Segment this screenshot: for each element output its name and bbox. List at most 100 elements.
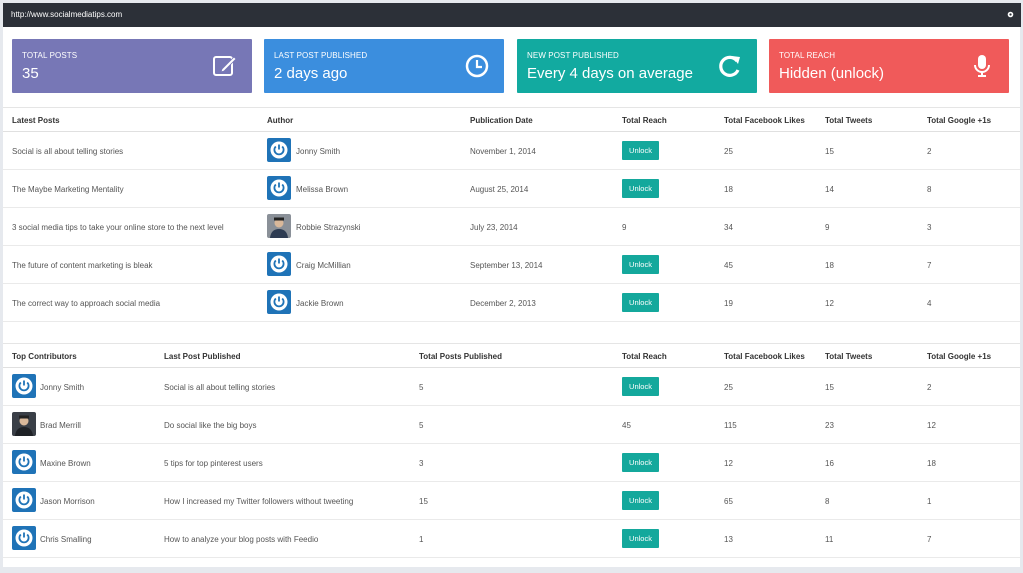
card-label: TOTAL REACH bbox=[779, 51, 836, 60]
card-total-reach: TOTAL REACH Hidden (unlock) bbox=[769, 39, 1009, 93]
profile-photo bbox=[267, 214, 291, 238]
power-icon bbox=[12, 374, 36, 398]
unlock-button[interactable]: Unlock bbox=[622, 377, 659, 396]
col-header: Total Reach bbox=[622, 352, 667, 361]
unlock-button[interactable]: Unlock bbox=[622, 255, 659, 274]
publication-date: December 2, 2013 bbox=[470, 299, 536, 308]
posts-count: 15 bbox=[419, 497, 428, 506]
facebook-likes: 25 bbox=[724, 147, 733, 156]
table-row: Maxine Brown 5 tips for top pinterest use… bbox=[3, 444, 1020, 482]
avatar bbox=[12, 450, 36, 474]
publication-date: August 25, 2014 bbox=[470, 185, 529, 194]
card-value: Every 4 days on average bbox=[527, 65, 693, 82]
col-header: Total Posts Published bbox=[419, 352, 502, 361]
post-title[interactable]: Social is all about telling stories bbox=[12, 147, 123, 156]
gear-icon[interactable] bbox=[1007, 11, 1014, 18]
table-row: Brad Merrill Do social like the big boys 5… bbox=[3, 406, 1020, 444]
google-plus-count: 2 bbox=[927, 147, 932, 156]
facebook-likes: 25 bbox=[724, 383, 733, 392]
facebook-likes: 12 bbox=[724, 459, 733, 468]
posts-count: 5 bbox=[419, 383, 424, 392]
publication-date: July 23, 2014 bbox=[470, 223, 518, 232]
power-icon bbox=[12, 450, 36, 474]
google-plus-count: 7 bbox=[927, 535, 932, 544]
card-value: 35 bbox=[22, 65, 39, 82]
contributor-name: Brad Merrill bbox=[40, 421, 81, 430]
post-title[interactable]: The future of content marketing is bleak bbox=[12, 261, 153, 270]
col-header: Total Google +1s bbox=[927, 352, 992, 361]
google-plus-count: 18 bbox=[927, 459, 936, 468]
title-bar: http://www.socialmediatips.com bbox=[3, 3, 1021, 27]
facebook-likes: 34 bbox=[724, 223, 733, 232]
col-header: Total Tweets bbox=[825, 352, 873, 361]
avatar bbox=[12, 412, 36, 436]
google-plus-count: 1 bbox=[927, 497, 932, 506]
author-name: Jackie Brown bbox=[296, 299, 344, 308]
col-header: Latest Posts bbox=[12, 116, 60, 125]
col-header: Total Facebook Likes bbox=[724, 116, 805, 125]
col-header: Top Contributors bbox=[12, 352, 77, 361]
facebook-likes: 115 bbox=[724, 421, 737, 430]
contributor-name: Jonny Smith bbox=[40, 383, 85, 392]
dashboard: TOTAL POSTS 35 LAST POST PUBLISHED 2 day… bbox=[3, 27, 1020, 567]
unlock-button[interactable]: Unlock bbox=[622, 491, 659, 510]
unlock-button[interactable]: Unlock bbox=[622, 179, 659, 198]
col-header: Total Reach bbox=[622, 116, 667, 125]
table-row: The Maybe Marketing Mentality Melissa Bro… bbox=[3, 170, 1020, 208]
facebook-likes: 13 bbox=[724, 535, 733, 544]
avatar bbox=[267, 138, 291, 162]
tweets-count: 15 bbox=[825, 147, 834, 156]
post-title[interactable]: The Maybe Marketing Mentality bbox=[12, 185, 124, 194]
author-name: Melissa Brown bbox=[296, 185, 349, 194]
publication-date: November 1, 2014 bbox=[470, 147, 536, 156]
tweets-count: 23 bbox=[825, 421, 834, 430]
unlock-button[interactable]: Unlock bbox=[622, 453, 659, 472]
table-row: Jonny Smith Social is all about telling s… bbox=[3, 368, 1020, 406]
card-label: LAST POST PUBLISHED bbox=[274, 51, 368, 60]
avatar bbox=[267, 214, 291, 238]
tweets-count: 12 bbox=[825, 299, 834, 308]
table-row: 3 social media tips to take your online … bbox=[3, 208, 1020, 246]
stat-cards: TOTAL POSTS 35 LAST POST PUBLISHED 2 day… bbox=[12, 39, 1012, 93]
table-row: The correct way to approach social media… bbox=[3, 284, 1020, 322]
avatar bbox=[12, 488, 36, 512]
avatar bbox=[267, 252, 291, 276]
contributor-name: Maxine Brown bbox=[40, 459, 91, 468]
tweets-count: 11 bbox=[825, 535, 834, 544]
unlock-button[interactable]: Unlock bbox=[622, 293, 659, 312]
contributor-name: Chris Smalling bbox=[40, 535, 92, 544]
last-post-title[interactable]: How I increased my Twitter followers wit… bbox=[164, 497, 353, 506]
table-row: The future of content marketing is bleak… bbox=[3, 246, 1020, 284]
last-post-title[interactable]: 5 tips for top pinterest users bbox=[164, 459, 263, 468]
tweets-count: 8 bbox=[825, 497, 830, 506]
post-title[interactable]: 3 social media tips to take your online … bbox=[12, 223, 224, 232]
last-post-title[interactable]: Do social like the big boys bbox=[164, 421, 257, 430]
power-icon bbox=[267, 176, 291, 200]
tweets-count: 9 bbox=[825, 223, 830, 232]
col-header: Last Post Published bbox=[164, 352, 241, 361]
facebook-likes: 45 bbox=[724, 261, 733, 270]
google-plus-count: 4 bbox=[927, 299, 932, 308]
last-post-title[interactable]: How to analyze your blog posts with Feed… bbox=[164, 535, 318, 544]
unlock-button[interactable]: Unlock bbox=[622, 529, 659, 548]
unlock-button[interactable]: Unlock bbox=[622, 141, 659, 160]
table-header: Latest Posts Author Publication Date Tot… bbox=[3, 107, 1020, 132]
clock-icon bbox=[465, 54, 489, 78]
avatar bbox=[267, 290, 291, 314]
tweets-count: 14 bbox=[825, 185, 834, 194]
contributor-name: Jason Morrison bbox=[40, 497, 95, 506]
tweets-count: 18 bbox=[825, 261, 834, 270]
table-row: Chris Smalling How to analyze your blog p… bbox=[3, 520, 1020, 558]
reach-value: 9 bbox=[622, 223, 627, 232]
table-row: Social is all about telling stories Jonny… bbox=[3, 132, 1020, 170]
reach-value: 45 bbox=[622, 421, 631, 430]
avatar bbox=[12, 374, 36, 398]
post-title[interactable]: The correct way to approach social media bbox=[12, 299, 160, 308]
url-label: http://www.socialmediatips.com bbox=[11, 10, 123, 19]
avatar bbox=[12, 526, 36, 550]
card-new-post: NEW POST PUBLISHED Every 4 days on avera… bbox=[517, 39, 757, 93]
col-header: Author bbox=[267, 116, 294, 125]
facebook-likes: 18 bbox=[724, 185, 733, 194]
last-post-title[interactable]: Social is all about telling stories bbox=[164, 383, 275, 392]
power-icon bbox=[12, 488, 36, 512]
